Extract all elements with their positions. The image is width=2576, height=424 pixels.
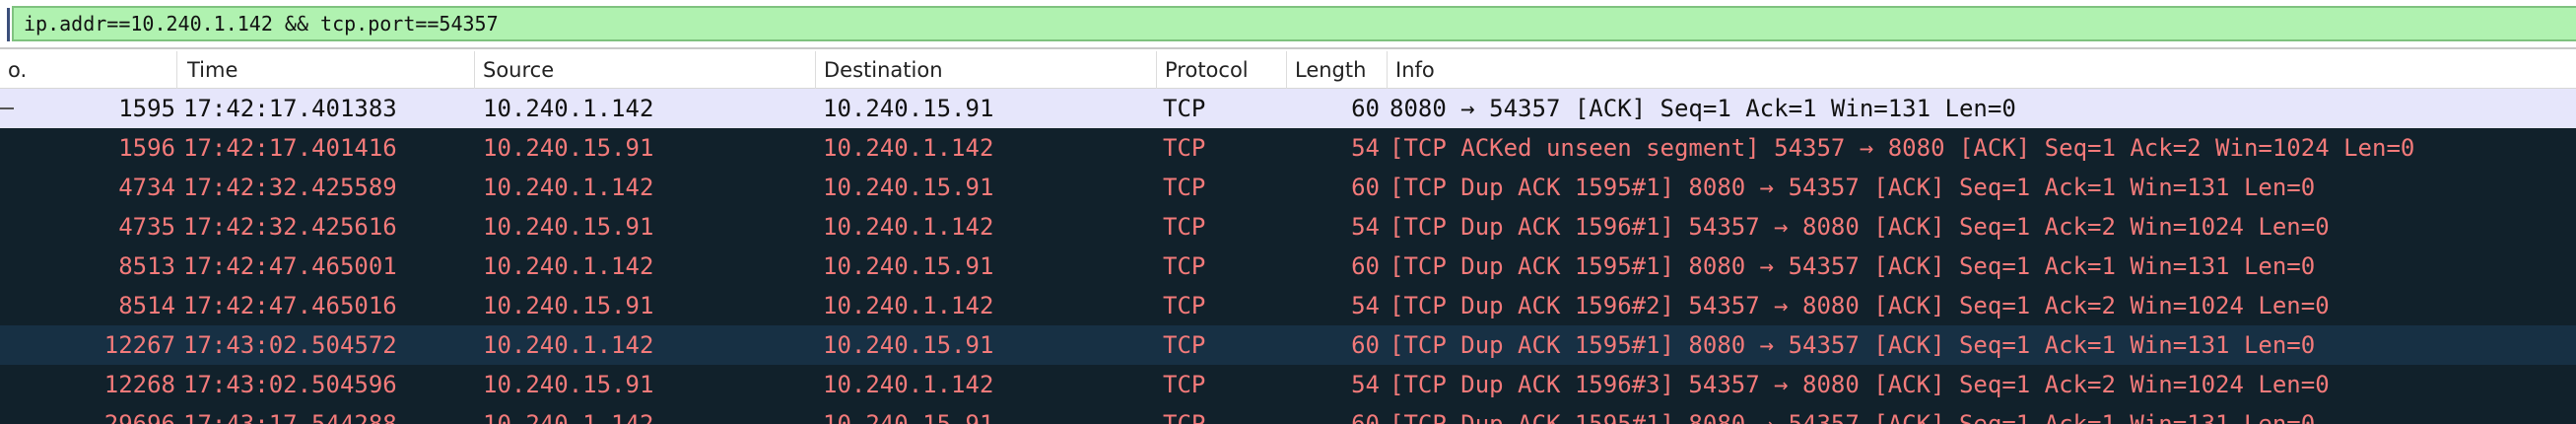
packet-info: [TCP Dup ACK 1595#1] 8080 → 54357 [ACK] … <box>1390 331 2316 359</box>
packet-row[interactable]: 12267 17:43:02.504572 10.240.1.142 10.24… <box>0 325 2576 365</box>
packet-source: 10.240.1.142 <box>483 95 654 122</box>
packet-source: 10.240.1.142 <box>483 174 654 201</box>
packet-row[interactable]: 1596 17:42:17.401416 10.240.15.91 10.240… <box>0 128 2576 168</box>
packet-protocol: TCP <box>1163 174 1206 201</box>
packet-list-header: o. Time Source Destination Protocol Leng… <box>0 51 2576 89</box>
packet-time: 17:42:17.401416 <box>183 134 397 162</box>
packet-no: 29696 <box>103 410 175 424</box>
packet-time: 17:43:02.504572 <box>183 331 397 359</box>
packet-no: 12268 <box>103 371 175 398</box>
packet-no: 4734 <box>118 174 175 201</box>
packet-destination: 10.240.15.91 <box>823 174 994 201</box>
packet-info: [TCP Dup ACK 1596#3] 54357 → 8080 [ACK] … <box>1390 371 2330 398</box>
packet-no: 8513 <box>118 252 175 280</box>
display-filter-input[interactable]: ip.addr==10.240.1.142 && tcp.port==54357 <box>12 6 2576 41</box>
packet-no: 4735 <box>118 213 175 241</box>
column-header-time[interactable]: Time <box>177 51 475 89</box>
packet-protocol: TCP <box>1163 331 1206 359</box>
packet-time: 17:42:32.425616 <box>183 213 397 241</box>
packet-info: [TCP Dup ACK 1596#2] 54357 → 8080 [ACK] … <box>1390 292 2330 319</box>
packet-source: 10.240.15.91 <box>483 371 654 398</box>
packet-length: 54 <box>1351 213 1380 241</box>
packet-row[interactable]: 1595 17:42:17.401383 10.240.1.142 10.240… <box>0 89 2576 128</box>
packet-source: 10.240.15.91 <box>483 292 654 319</box>
packet-protocol: TCP <box>1163 134 1206 162</box>
packet-protocol: TCP <box>1163 95 1206 122</box>
packet-destination: 10.240.15.91 <box>823 410 994 424</box>
column-header-length[interactable]: Length <box>1287 51 1388 89</box>
display-filter-bar: ip.addr==10.240.1.142 && tcp.port==54357 <box>0 0 2576 49</box>
packet-no: 1595 <box>118 95 175 122</box>
packet-length: 60 <box>1351 252 1380 280</box>
packet-info: [TCP Dup ACK 1596#1] 54357 → 8080 [ACK] … <box>1390 213 2330 241</box>
packet-length: 60 <box>1351 331 1380 359</box>
wireshark-packet-list-window: ip.addr==10.240.1.142 && tcp.port==54357… <box>0 0 2576 424</box>
packet-row[interactable]: 4735 17:42:32.425616 10.240.15.91 10.240… <box>0 207 2576 247</box>
packet-time: 17:42:32.425589 <box>183 174 397 201</box>
packet-length: 60 <box>1351 174 1380 201</box>
packet-list: 1595 17:42:17.401383 10.240.1.142 10.240… <box>0 89 2576 424</box>
packet-length: 60 <box>1351 410 1380 424</box>
column-header-destination[interactable]: Destination <box>816 51 1157 89</box>
packet-source: 10.240.15.91 <box>483 213 654 241</box>
packet-destination: 10.240.15.91 <box>823 331 994 359</box>
packet-time: 17:43:02.504596 <box>183 371 397 398</box>
packet-info: [TCP Dup ACK 1595#1] 8080 → 54357 [ACK] … <box>1390 174 2316 201</box>
packet-time: 17:42:17.401383 <box>183 95 397 122</box>
packet-no: 1596 <box>118 134 175 162</box>
packet-destination: 10.240.15.91 <box>823 95 994 122</box>
packet-length: 54 <box>1351 371 1380 398</box>
filter-bookmark-icon[interactable] <box>0 8 10 41</box>
packet-destination: 10.240.1.142 <box>823 134 994 162</box>
packet-info: [TCP Dup ACK 1595#1] 8080 → 54357 [ACK] … <box>1390 252 2316 280</box>
packet-destination: 10.240.1.142 <box>823 371 994 398</box>
packet-source: 10.240.1.142 <box>483 331 654 359</box>
packet-row[interactable]: 4734 17:42:32.425589 10.240.1.142 10.240… <box>0 168 2576 207</box>
packet-destination: 10.240.15.91 <box>823 252 994 280</box>
packet-time: 17:43:17.544288 <box>183 410 397 424</box>
packet-destination: 10.240.1.142 <box>823 213 994 241</box>
packet-no: 8514 <box>118 292 175 319</box>
packet-row[interactable]: 29696 17:43:17.544288 10.240.1.142 10.24… <box>0 404 2576 424</box>
column-header-no[interactable]: o. <box>0 51 177 89</box>
packet-protocol: TCP <box>1163 410 1206 424</box>
packet-protocol: TCP <box>1163 213 1206 241</box>
packet-row[interactable]: 8513 17:42:47.465001 10.240.1.142 10.240… <box>0 247 2576 286</box>
packet-info: [TCP Dup ACK 1595#1] 8080 → 54357 [ACK] … <box>1390 410 2316 424</box>
packet-protocol: TCP <box>1163 252 1206 280</box>
packet-length: 60 <box>1351 95 1380 122</box>
packet-length: 54 <box>1351 134 1380 162</box>
packet-length: 54 <box>1351 292 1380 319</box>
packet-info: [TCP ACKed unseen segment] 54357 → 8080 … <box>1390 134 2415 162</box>
packet-info: 8080 → 54357 [ACK] Seq=1 Ack=1 Win=131 L… <box>1390 95 2016 122</box>
packet-source: 10.240.1.142 <box>483 252 654 280</box>
packet-source: 10.240.15.91 <box>483 134 654 162</box>
column-header-info[interactable]: Info <box>1388 51 2576 89</box>
packet-protocol: TCP <box>1163 292 1206 319</box>
packet-time: 17:42:47.465016 <box>183 292 397 319</box>
packet-source: 10.240.1.142 <box>483 410 654 424</box>
column-header-source[interactable]: Source <box>475 51 816 89</box>
packet-time: 17:42:47.465001 <box>183 252 397 280</box>
packet-row[interactable]: 12268 17:43:02.504596 10.240.15.91 10.24… <box>0 365 2576 404</box>
column-header-protocol[interactable]: Protocol <box>1157 51 1287 89</box>
packet-protocol: TCP <box>1163 371 1206 398</box>
packet-destination: 10.240.1.142 <box>823 292 994 319</box>
packet-row[interactable]: 8514 17:42:47.465016 10.240.15.91 10.240… <box>0 286 2576 325</box>
packet-no: 12267 <box>103 331 175 359</box>
